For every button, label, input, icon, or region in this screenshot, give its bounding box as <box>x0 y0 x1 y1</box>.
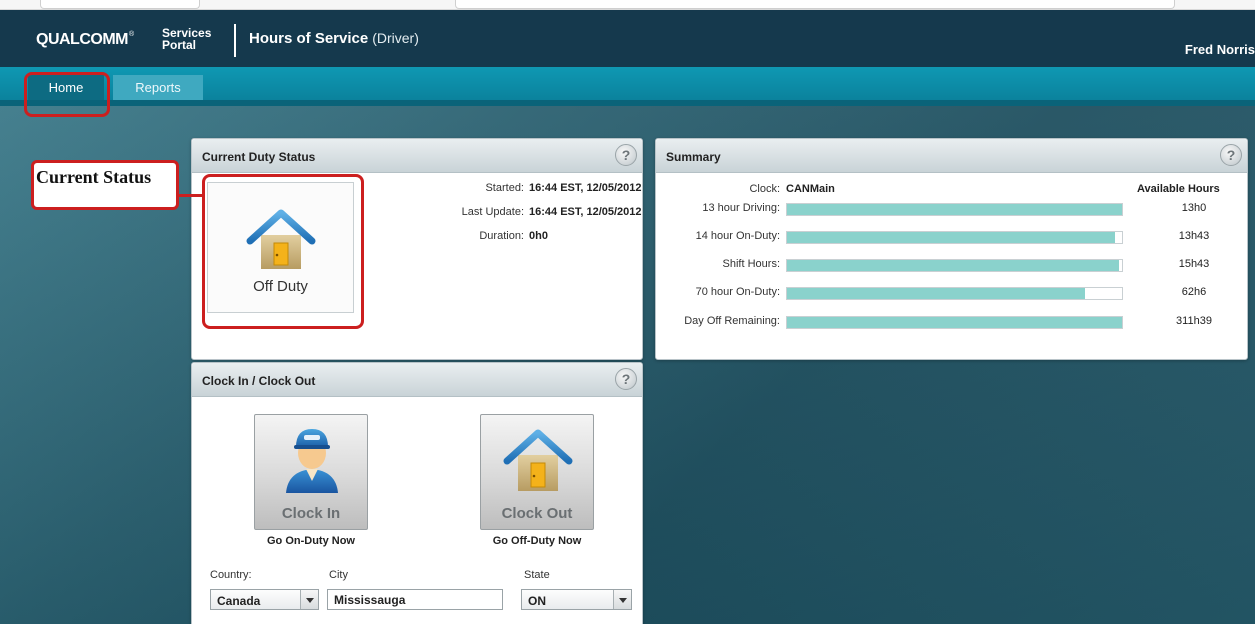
summary-row-label: 70 hour On-Duty: <box>695 286 780 298</box>
duration-label: Duration: <box>479 230 524 242</box>
available-hours-header: Available Hours <box>1137 183 1220 195</box>
summary-panel: Summary ? Clock: CANMain Available Hours… <box>655 138 1248 360</box>
registered-mark: ® <box>128 31 134 38</box>
city-label: City <box>329 569 348 581</box>
summary-row-label: 14 hour On-Duty: <box>695 230 780 242</box>
chevron-down-icon[interactable] <box>300 590 318 609</box>
clock-in-subtitle: Go On-Duty Now <box>267 535 355 547</box>
nav-bar-shadow <box>0 100 1255 106</box>
panel-title: Summary <box>666 150 721 164</box>
app-window: QUALCOMM® Services Portal Hours of Servi… <box>0 10 1255 624</box>
summary-progress-fill <box>787 232 1116 243</box>
app-header: QUALCOMM® Services Portal Hours of Servi… <box>0 10 1255 67</box>
panel-header: Summary ? <box>656 139 1247 173</box>
state-select[interactable]: ON <box>521 589 632 610</box>
house-icon <box>503 429 573 491</box>
clock-label: Clock: <box>749 183 780 195</box>
summary-row-hours: 311h39 <box>1176 315 1212 327</box>
country-select[interactable]: Canada <box>210 589 319 610</box>
summary-row-hours: 62h6 <box>1181 286 1207 298</box>
state-label: State <box>524 569 550 581</box>
help-icon[interactable]: ? <box>615 368 637 390</box>
help-icon[interactable]: ? <box>615 144 637 166</box>
app-role: (Driver) <box>372 30 419 46</box>
summary-progress-fill <box>787 317 1122 328</box>
qualcomm-logo[interactable]: QUALCOMM® <box>36 31 134 49</box>
country-value: Canada <box>217 594 261 608</box>
clock-value: CANMain <box>786 183 835 195</box>
started-value: 16:44 EST, 12/05/2012 <box>529 182 642 194</box>
browser-address-bar[interactable] <box>455 0 1175 9</box>
summary-progress-bar <box>786 316 1123 329</box>
panel-header: Current Duty Status ? <box>192 139 642 173</box>
city-input[interactable] <box>327 589 503 610</box>
summary-progress-fill <box>787 288 1086 299</box>
panel-title: Current Duty Status <box>202 150 316 164</box>
duration-value: 0h0 <box>529 230 548 242</box>
last-update-value: 16:44 EST, 12/05/2012 <box>529 206 642 218</box>
summary-row-label: 13 hour Driving: <box>702 202 780 214</box>
clock-out-subtitle: Go Off-Duty Now <box>492 535 582 547</box>
clock-in-label: Clock In <box>281 505 341 522</box>
page-title: Hours of Service (Driver) <box>249 30 419 47</box>
panel-title: Clock In / Clock Out <box>202 374 316 388</box>
browser-tab[interactable] <box>40 0 200 9</box>
header-divider <box>234 24 236 57</box>
summary-row-hours: 15h43 <box>1178 258 1210 270</box>
chevron-down-icon[interactable] <box>613 590 631 609</box>
summary-row-hours: 13h43 <box>1178 230 1210 242</box>
summary-progress-fill <box>787 260 1119 271</box>
current-status-highlight <box>202 174 364 329</box>
services-portal-label: Services Portal <box>162 27 211 51</box>
user-name[interactable]: Fred Norris <box>1185 42 1255 57</box>
summary-progress-bar <box>786 203 1123 216</box>
current-status-callout: Current Status <box>31 160 179 210</box>
state-value: ON <box>528 594 546 608</box>
app-title-text: Hours of Service <box>249 30 369 47</box>
home-tab-highlight <box>24 72 110 117</box>
summary-progress-bar <box>786 259 1123 272</box>
annotation-connector <box>179 194 203 197</box>
summary-row-label: Shift Hours: <box>722 258 780 270</box>
portal-line-2: Portal <box>162 38 197 52</box>
summary-row-label: Day Off Remaining: <box>684 315 780 327</box>
clock-out-label: Clock Out <box>501 505 573 522</box>
driver-icon <box>286 429 338 493</box>
tab-reports[interactable]: Reports <box>113 75 203 100</box>
browser-chrome-strip <box>0 0 1255 10</box>
summary-progress-fill <box>787 204 1122 215</box>
panel-header: Clock In / Clock Out ? <box>192 363 642 397</box>
country-label: Country: <box>210 569 252 581</box>
clock-in-out-panel: Clock In / Clock Out ? Clock In Go On-Du… <box>191 362 643 624</box>
last-update-label: Last Update: <box>461 206 524 218</box>
started-label: Started: <box>485 182 524 194</box>
clock-out-button[interactable]: Clock Out <box>480 414 594 530</box>
clock-in-button[interactable]: Clock In <box>254 414 368 530</box>
summary-progress-bar <box>786 287 1123 300</box>
help-icon[interactable]: ? <box>1220 144 1242 166</box>
summary-row-hours: 13h0 <box>1181 202 1207 214</box>
summary-progress-bar <box>786 231 1123 244</box>
